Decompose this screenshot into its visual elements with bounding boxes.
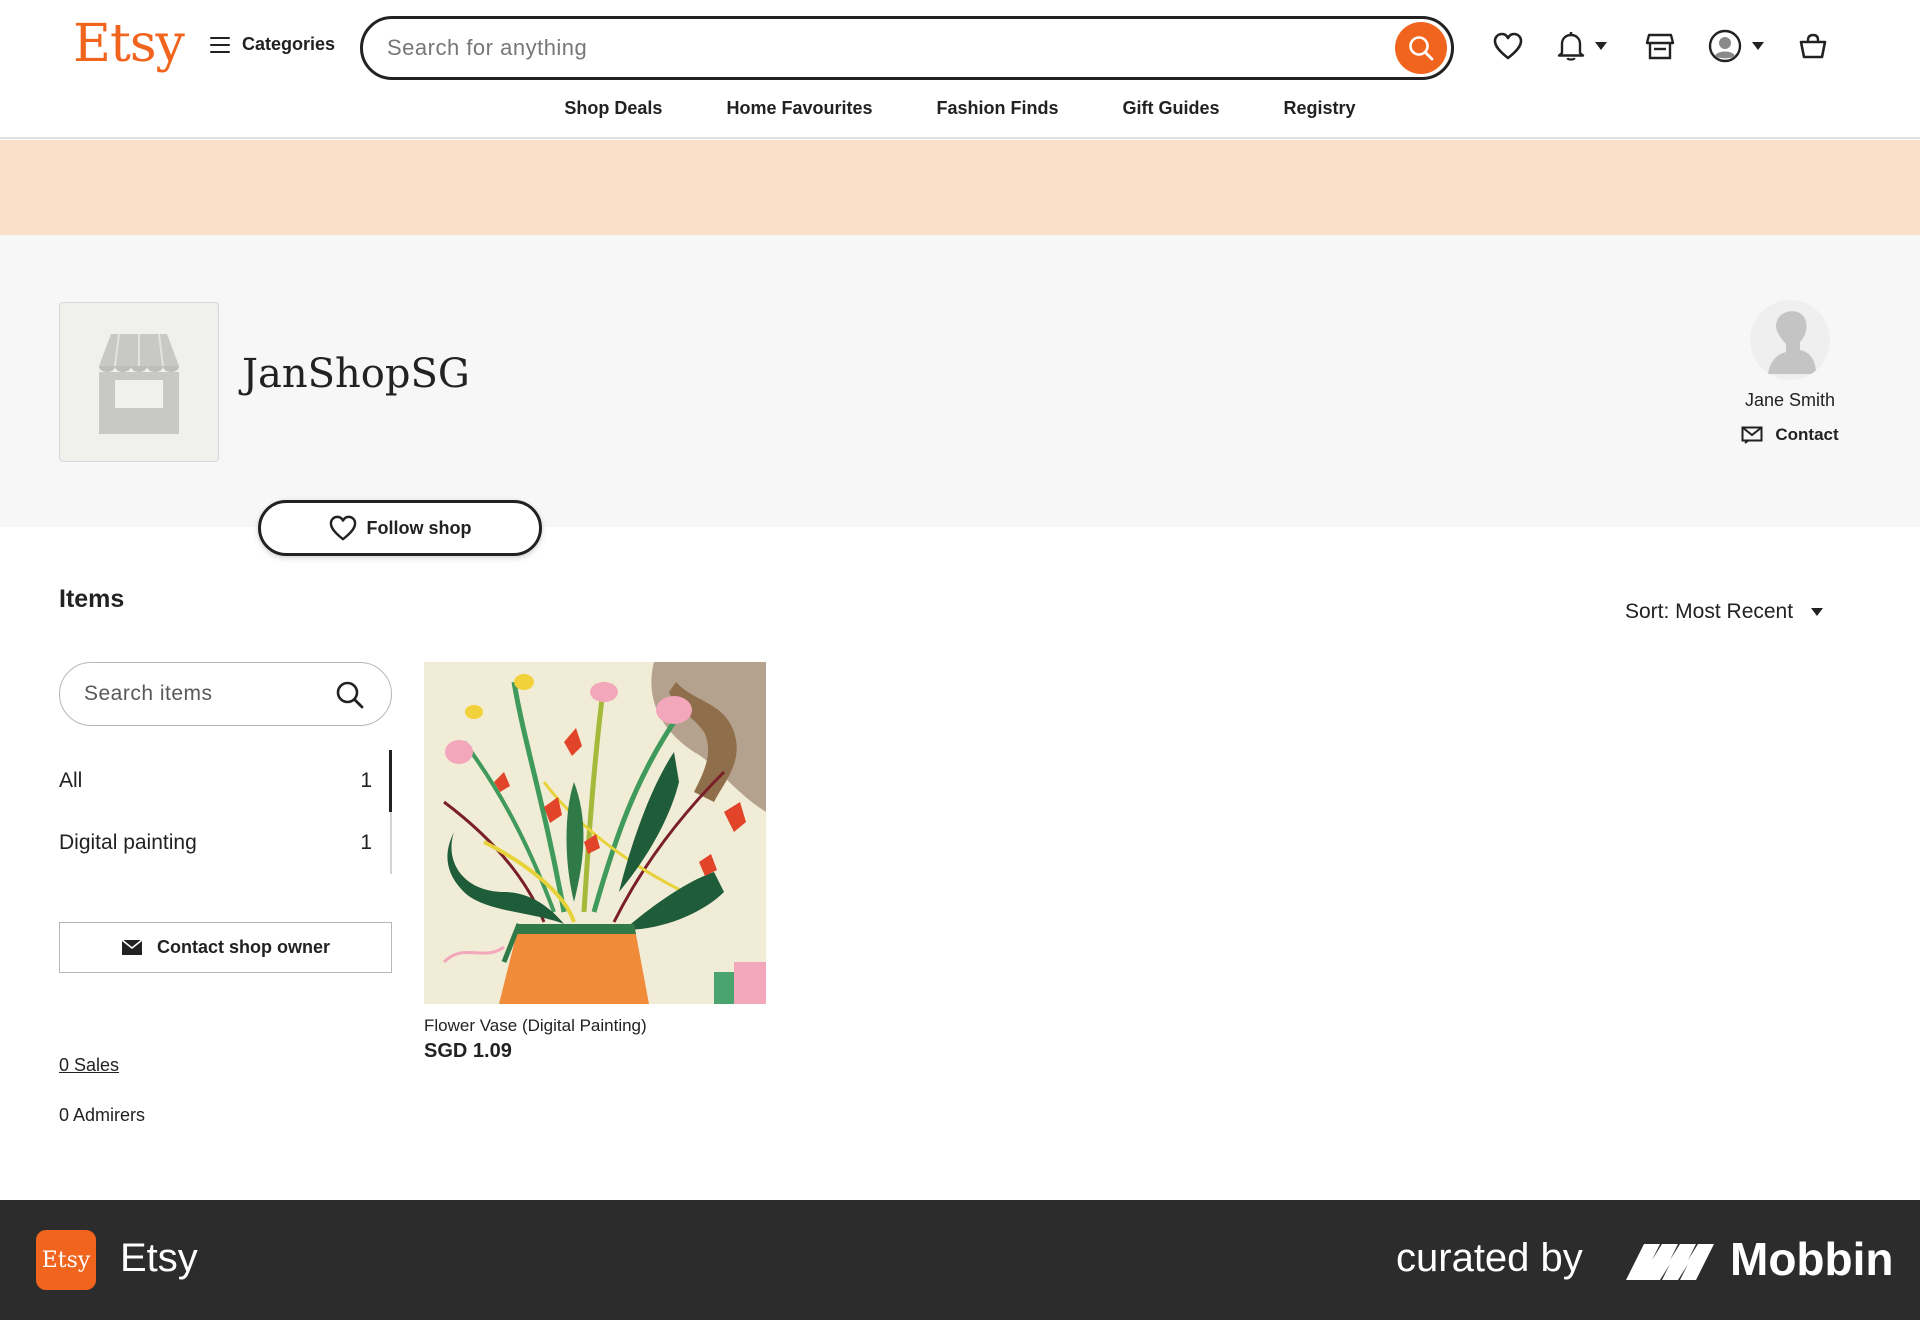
contact-shop-owner-button[interactable]: Contact shop owner (59, 922, 392, 973)
mobbin-logo-icon (1626, 1244, 1714, 1280)
sell-on-etsy-button[interactable] (1645, 26, 1675, 66)
section-count: 1 (360, 769, 372, 792)
sort-dropdown[interactable]: Sort: Most Recent (1625, 600, 1824, 624)
nav-fashion-finds[interactable]: Fashion Finds (905, 96, 1091, 121)
nav-gift-guides[interactable]: Gift Guides (1091, 96, 1252, 121)
chevron-down-icon (1595, 42, 1607, 50)
listing-price: SGD 1.09 (424, 1040, 512, 1062)
shop-header: JanShopSG Jane Smith Contact (0, 235, 1920, 527)
shop-banner (0, 140, 1920, 235)
app-name: Etsy (120, 1236, 198, 1280)
follow-shop-label: Follow shop (366, 517, 472, 538)
main-search-bar (360, 16, 1454, 80)
storefront-icon (99, 333, 179, 434)
curated-by-label: curated by (1396, 1236, 1583, 1280)
nav-shop-deals[interactable]: Shop Deals (532, 96, 694, 121)
nav-home-favourites[interactable]: Home Favourites (694, 96, 904, 121)
etsy-app-icon: Etsy (36, 1230, 96, 1290)
chevron-down-icon (1752, 42, 1764, 50)
shop-name: JanShopSG (242, 351, 470, 397)
owner-name[interactable]: Jane Smith (1745, 390, 1835, 411)
contact-label: Contact (1775, 425, 1839, 444)
search-button[interactable] (1395, 22, 1447, 74)
shop-avatar (59, 302, 219, 462)
caret-down-icon (1811, 608, 1824, 616)
section-item-digital-painting[interactable]: Digital painting 1 (59, 812, 392, 874)
search-icon[interactable] (335, 680, 365, 710)
contact-owner-link[interactable]: Contact (1741, 425, 1839, 445)
contact-shop-owner-label: Contact shop owner (156, 937, 330, 957)
mail-icon (121, 939, 143, 955)
etsy-logo[interactable]: Etsy (73, 14, 185, 74)
search-items-field (59, 662, 392, 726)
main-search-input[interactable] (387, 19, 1327, 77)
mail-icon (1741, 426, 1763, 444)
shop-owner: Jane Smith Contact (1730, 300, 1850, 445)
section-label: All (59, 769, 83, 792)
section-filter-list: All 1 Digital painting 1 (59, 750, 392, 874)
menu-icon (210, 36, 230, 53)
account-button[interactable] (1708, 26, 1764, 66)
search-items-input[interactable] (84, 663, 334, 725)
listing-card[interactable]: Flower Vase (Digital Painting) SGD 1.09 (424, 662, 766, 1063)
avatar[interactable] (1750, 300, 1830, 380)
items-heading: Items (59, 585, 125, 613)
section-label: Digital painting (59, 831, 197, 854)
categories-label: Categories (242, 34, 336, 54)
notifications-button[interactable] (1557, 26, 1607, 66)
user-silhouette-icon (1750, 300, 1830, 380)
bell-icon (1557, 32, 1585, 61)
listing-image[interactable] (424, 662, 766, 1004)
cart-button[interactable] (1798, 26, 1828, 66)
sub-navigation: Shop Deals Home Favourites Fashion Finds… (0, 96, 1920, 121)
site-header: Etsy Categories Search for anything Shop… (0, 0, 1920, 139)
heart-icon (329, 515, 356, 541)
heart-icon (1493, 32, 1523, 60)
sales-link[interactable]: 0 Sales (59, 1055, 119, 1076)
favorites-button[interactable] (1493, 26, 1523, 66)
mobbin-brand: Mobbin (1730, 1233, 1894, 1285)
admirers-count: 0 Admirers (59, 1105, 146, 1125)
shop-icon (1645, 33, 1675, 60)
follow-shop-button[interactable]: Follow shop (258, 500, 542, 556)
attribution-footer: Etsy Etsy curated by Mobbin (0, 1200, 1920, 1320)
search-icon (1409, 36, 1434, 61)
listing-title[interactable]: Flower Vase (Digital Painting) (424, 1016, 766, 1036)
sort-label: Sort: Most Recent (1625, 600, 1794, 623)
account-icon (1708, 29, 1742, 63)
cart-icon (1799, 33, 1827, 59)
nav-registry[interactable]: Registry (1252, 96, 1388, 121)
section-item-all[interactable]: All 1 (59, 750, 392, 812)
categories-button[interactable]: Categories (210, 34, 335, 55)
section-count: 1 (360, 831, 372, 854)
